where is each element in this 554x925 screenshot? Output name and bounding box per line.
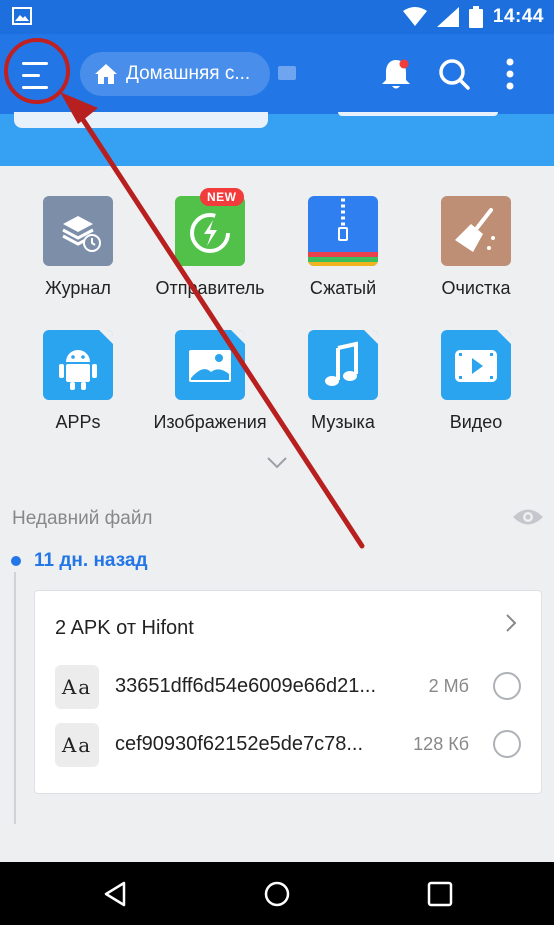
battery-icon <box>468 6 483 28</box>
font-file-icon: Aa <box>55 723 99 767</box>
recents-icon[interactable] <box>426 880 454 908</box>
category-journal[interactable]: Журнал <box>12 196 144 299</box>
file-name: cef90930f62152e5de7c78... <box>115 733 363 755</box>
sender-icon <box>175 196 245 266</box>
breadcrumb-home[interactable]: Домашняя с... <box>80 52 270 96</box>
select-checkbox[interactable] <box>493 730 521 758</box>
page-fold <box>99 330 113 344</box>
category-label: Отправитель <box>155 278 265 298</box>
recent-date: 11 дн. назад <box>34 550 148 571</box>
eye-icon[interactable] <box>512 506 544 528</box>
timeline-line <box>14 572 16 824</box>
android-icon <box>43 330 113 400</box>
chevron-right-icon[interactable] <box>505 613 517 633</box>
category-cleaner[interactable]: Очистка <box>410 196 542 299</box>
page-fold <box>364 330 378 344</box>
recent-group-title[interactable]: 2 APK от Hifont <box>55 617 194 640</box>
category-label: Видео <box>449 412 503 432</box>
recent-group-card: 2 APK от Hifont Aa 33651dff6d54e6009e66d… <box>34 590 542 794</box>
category-music[interactable]: Музыка <box>277 330 409 433</box>
category-label: Музыка <box>311 412 375 432</box>
notification-bell-icon[interactable] <box>378 56 414 92</box>
file-size: 128 Кб <box>413 734 469 754</box>
new-badge: NEW <box>200 188 244 206</box>
storage-card-fragment <box>14 112 268 128</box>
archive-icon <box>308 196 378 266</box>
header-band <box>0 112 554 166</box>
breadcrumb-label: Домашняя с... <box>126 63 251 84</box>
category-label: APPs <box>55 412 101 432</box>
chevron-down-icon[interactable] <box>266 456 288 470</box>
select-checkbox[interactable] <box>493 672 521 700</box>
system-nav-bar <box>0 862 554 925</box>
image-icon <box>175 330 245 400</box>
category-images[interactable]: Изображения <box>144 330 276 433</box>
recent-files-heading: Недавний файл <box>12 508 153 529</box>
page-fold <box>497 330 511 344</box>
menu-icon-line <box>22 86 48 89</box>
file-row[interactable]: Aa 33651dff6d54e6009e66d21... 2 Мб <box>35 657 543 717</box>
music-note-icon <box>308 330 378 400</box>
category-apps[interactable]: APPs <box>12 330 144 433</box>
clock: 14:44 <box>492 6 544 27</box>
category-video[interactable]: Видео <box>410 330 542 433</box>
category-label: Изображения <box>153 412 267 432</box>
menu-icon <box>22 62 48 65</box>
category-sender[interactable]: Отправитель <box>144 196 276 299</box>
home-icon <box>95 64 117 84</box>
timeline-dot <box>11 556 21 566</box>
video-icon <box>441 330 511 400</box>
image-notification-icon <box>12 7 32 25</box>
file-size: 2 Мб <box>428 676 469 696</box>
back-icon[interactable] <box>102 880 130 908</box>
category-archive[interactable]: Сжатый <box>277 196 409 299</box>
menu-button[interactable] <box>14 56 58 96</box>
wifi-icon <box>402 7 427 26</box>
history-icon <box>43 196 113 266</box>
page-fold <box>231 330 245 344</box>
font-file-icon: Aa <box>55 665 99 709</box>
storage-card-fragment <box>338 112 498 116</box>
app-bar: Домашняя с... <box>0 34 554 114</box>
breadcrumb-separator <box>278 66 296 80</box>
file-row[interactable]: Aa cef90930f62152e5de7c78... 128 Кб <box>35 715 543 775</box>
more-options-icon[interactable] <box>492 56 528 92</box>
signal-icon <box>436 7 459 27</box>
search-icon[interactable] <box>436 56 472 92</box>
file-name: 33651dff6d54e6009e66d21... <box>115 675 377 697</box>
category-label: Журнал <box>45 278 111 298</box>
broom-icon <box>441 196 511 266</box>
status-bar: 14:44 <box>0 0 554 34</box>
category-label: Сжатый <box>309 278 377 298</box>
menu-icon-line <box>22 74 40 77</box>
category-label: Очистка <box>441 278 511 298</box>
home-nav-icon[interactable] <box>263 880 291 908</box>
